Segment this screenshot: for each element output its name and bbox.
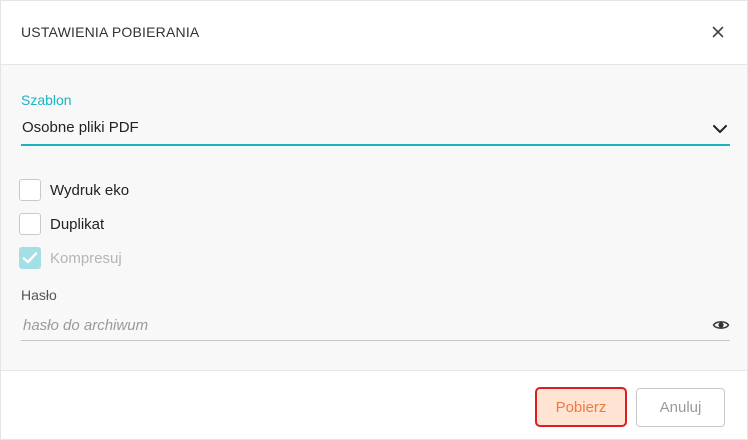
download-settings-dialog: USTAWIENIA POBIERANIA Szablon Osobne pli… — [0, 0, 748, 440]
checkbox-label: Kompresuj — [50, 249, 122, 267]
checkbox-eco-print[interactable]: Wydruk eko — [19, 178, 129, 202]
checkbox-box[interactable] — [19, 179, 41, 201]
checkbox-box — [19, 247, 41, 269]
template-value: Osobne pliki PDF — [22, 119, 139, 136]
close-icon[interactable] — [709, 23, 727, 41]
template-label: Szablon — [21, 92, 72, 108]
checkmark-icon — [22, 252, 38, 264]
template-select[interactable]: Osobne pliki PDF — [21, 115, 730, 146]
checkbox-label: Wydruk eko — [50, 181, 130, 199]
cancel-button[interactable]: Anuluj — [636, 388, 725, 427]
password-input[interactable] — [21, 311, 703, 339]
dialog-header: USTAWIENIA POBIERANIA — [1, 1, 747, 65]
eye-icon[interactable] — [712, 316, 730, 334]
password-label: Hasło — [21, 287, 57, 303]
checkbox-compress: Kompresuj — [19, 246, 122, 270]
dialog-body: Szablon Osobne pliki PDF Wydruk eko Dupl… — [1, 65, 747, 371]
checkbox-duplicate[interactable]: Duplikat — [19, 212, 104, 236]
dialog-title: USTAWIENIA POBIERANIA — [21, 24, 200, 40]
checkbox-label: Duplikat — [50, 215, 105, 233]
dialog-footer: Pobierz Anuluj — [1, 371, 747, 439]
download-button[interactable]: Pobierz — [535, 387, 627, 427]
chevron-down-icon — [712, 121, 728, 137]
checkbox-box[interactable] — [19, 213, 41, 235]
password-field — [21, 311, 730, 341]
